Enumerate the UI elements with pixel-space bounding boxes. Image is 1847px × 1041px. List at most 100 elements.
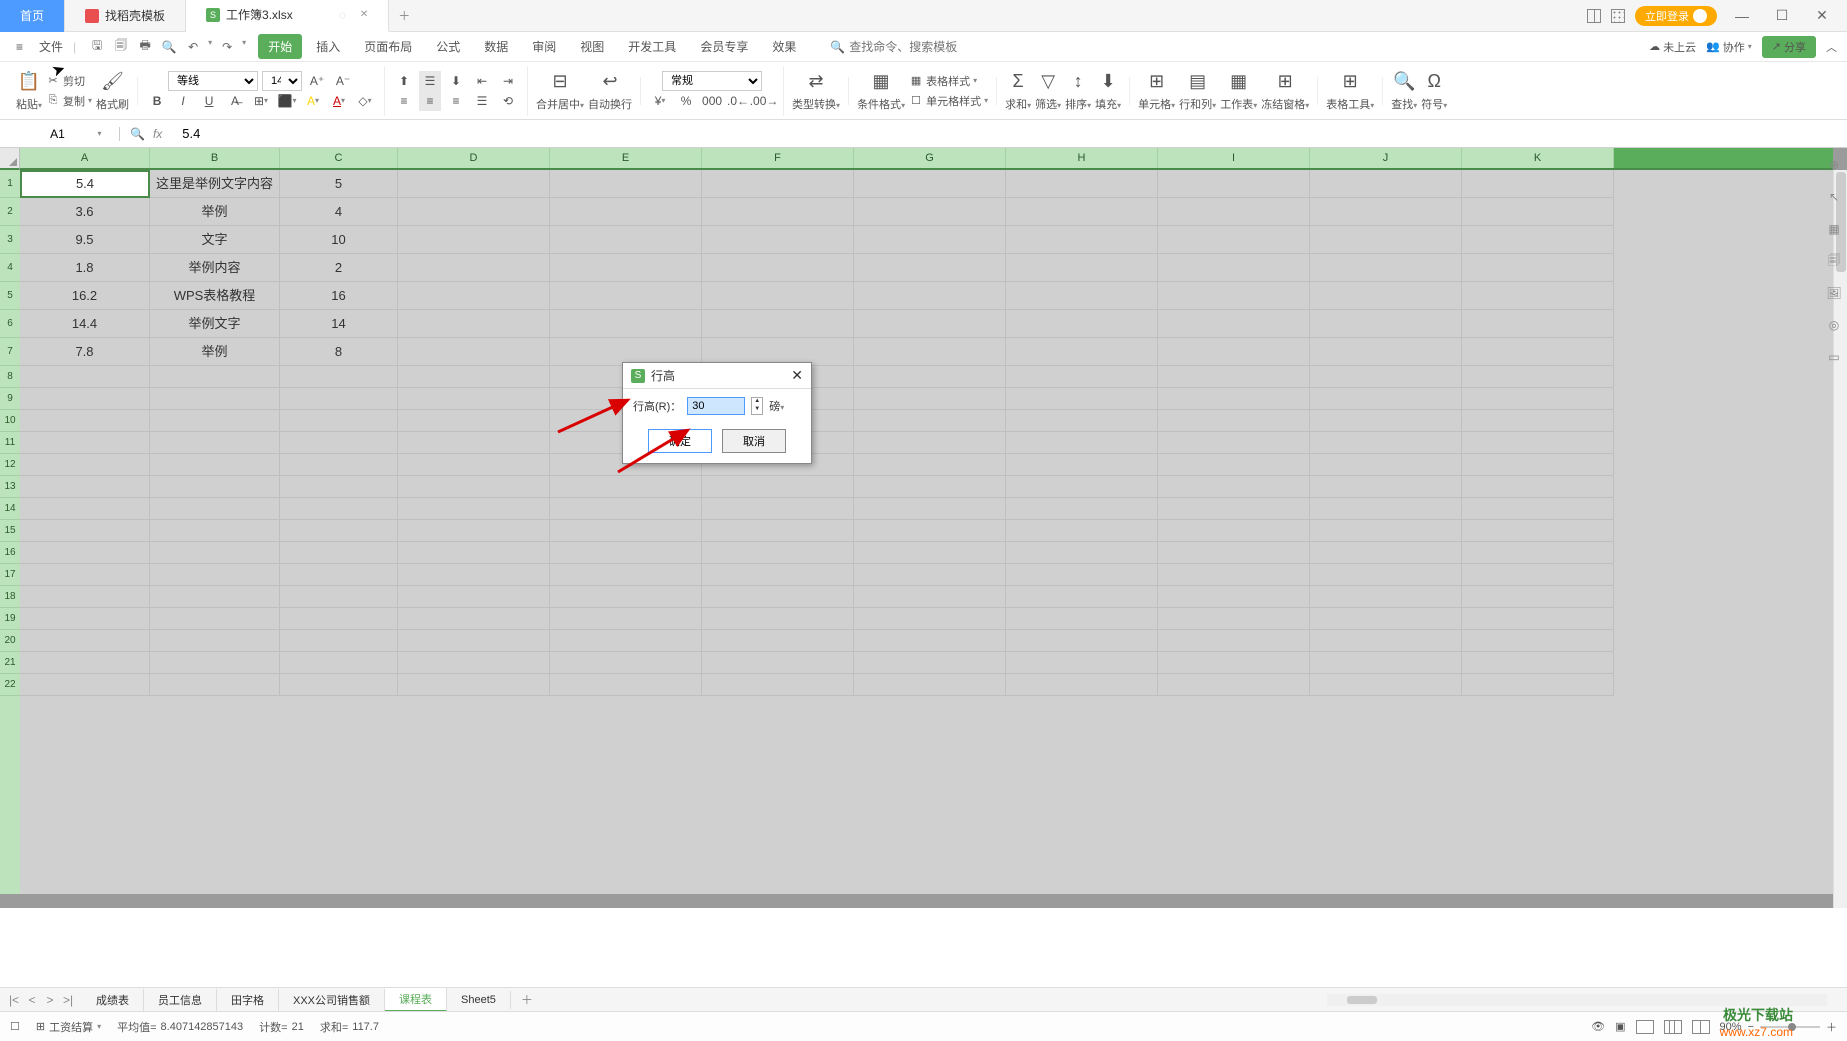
row-header-8[interactable]: 8 (0, 366, 20, 388)
cell[interactable] (1158, 674, 1310, 696)
sheet-nav-first[interactable]: |< (6, 993, 22, 1007)
column-header-H[interactable]: H (1006, 148, 1158, 168)
cell[interactable] (398, 652, 550, 674)
cell[interactable] (1462, 652, 1614, 674)
cell[interactable] (20, 498, 150, 520)
cell[interactable] (1158, 310, 1310, 338)
cell[interactable] (20, 652, 150, 674)
cell[interactable] (550, 254, 702, 282)
panel-location-icon[interactable]: ◎ (1825, 316, 1843, 334)
font-increase-icon[interactable]: A⁺ (306, 71, 328, 91)
filter-button[interactable]: ▽筛选▾ (1035, 70, 1061, 112)
cell[interactable]: 16 (280, 282, 398, 310)
align-top-icon[interactable]: ⬆ (393, 71, 415, 91)
cell[interactable] (1462, 410, 1614, 432)
cell[interactable] (1158, 410, 1310, 432)
cell[interactable] (1006, 476, 1158, 498)
align-middle-icon[interactable]: ☰ (419, 71, 441, 91)
border-button[interactable]: ⊞▾ (250, 91, 272, 111)
align-right-icon[interactable]: ≡ (445, 91, 467, 111)
cell[interactable] (702, 652, 854, 674)
row-header-21[interactable]: 21 (0, 652, 20, 674)
cell[interactable] (854, 542, 1006, 564)
cell[interactable] (1310, 542, 1462, 564)
cell[interactable] (702, 630, 854, 652)
decimal-increase-icon[interactable]: .00→ (753, 91, 775, 111)
cell[interactable] (280, 652, 398, 674)
cell[interactable] (280, 564, 398, 586)
cell[interactable] (20, 432, 150, 454)
type-convert-button[interactable]: ⇄类型转换▾ (792, 70, 840, 112)
cell[interactable] (702, 310, 854, 338)
cell[interactable] (20, 410, 150, 432)
cell[interactable] (1462, 542, 1614, 564)
cell[interactable] (1462, 476, 1614, 498)
fill-color-button[interactable]: ⬛▾ (276, 91, 298, 111)
cell[interactable] (20, 674, 150, 696)
column-header-E[interactable]: E (550, 148, 702, 168)
row-header-4[interactable]: 4 (0, 254, 20, 282)
align-center-icon[interactable]: ≡ (419, 91, 441, 111)
cell[interactable] (280, 366, 398, 388)
align-justify-icon[interactable]: ☰ (471, 91, 493, 111)
cloud-button[interactable]: ☁未上云 (1649, 39, 1696, 55)
row-header-18[interactable]: 18 (0, 586, 20, 608)
cell[interactable] (1462, 454, 1614, 476)
ok-button[interactable]: 确定 (648, 429, 712, 453)
cell[interactable] (1310, 338, 1462, 366)
panel-select-icon[interactable]: ↖ (1825, 188, 1843, 206)
cell[interactable] (20, 366, 150, 388)
cell[interactable] (854, 338, 1006, 366)
cell[interactable] (854, 520, 1006, 542)
ribbon-tab-view[interactable]: 视图 (570, 34, 614, 59)
cell[interactable] (20, 388, 150, 410)
cell[interactable]: 7.8 (20, 338, 150, 366)
cell[interactable] (550, 476, 702, 498)
ribbon-tab-formula[interactable]: 公式 (426, 34, 470, 59)
cell[interactable] (1006, 564, 1158, 586)
cell[interactable] (1158, 338, 1310, 366)
symbol-button[interactable]: Ω符号▾ (1421, 70, 1447, 112)
strike-button[interactable]: A̶ (224, 91, 246, 111)
row-header-1[interactable]: 1 (0, 170, 20, 198)
cell-style-button[interactable]: ☐单元格样式▾ (909, 93, 988, 109)
cell[interactable] (1158, 564, 1310, 586)
cell[interactable] (1462, 282, 1614, 310)
cell[interactable] (398, 476, 550, 498)
login-button[interactable]: 立即登录 (1635, 6, 1717, 26)
cell[interactable] (1310, 282, 1462, 310)
cell[interactable] (20, 608, 150, 630)
cell[interactable] (854, 454, 1006, 476)
search-box[interactable]: 🔍 (830, 40, 969, 54)
name-box-dropdown-icon[interactable]: ▾ (97, 129, 101, 138)
row-header-5[interactable]: 5 (0, 282, 20, 310)
fill-button[interactable]: ⬇填充▾ (1095, 70, 1121, 112)
cell[interactable] (280, 630, 398, 652)
column-header-K[interactable]: K (1462, 148, 1614, 168)
save-as-icon[interactable]: 🗐 (112, 38, 130, 56)
cell[interactable] (1310, 608, 1462, 630)
cell[interactable] (702, 586, 854, 608)
cell[interactable] (1158, 282, 1310, 310)
row-header-19[interactable]: 19 (0, 608, 20, 630)
cell[interactable] (1006, 170, 1158, 198)
column-header-C[interactable]: C (280, 148, 398, 168)
cell[interactable] (1310, 366, 1462, 388)
cell[interactable] (1462, 226, 1614, 254)
cell[interactable] (150, 520, 280, 542)
cell[interactable] (1158, 170, 1310, 198)
cell[interactable] (20, 520, 150, 542)
cell[interactable] (1158, 498, 1310, 520)
cell[interactable] (1310, 432, 1462, 454)
hscroll-thumb[interactable] (1347, 996, 1377, 1004)
decimal-decrease-icon[interactable]: .0← (727, 91, 749, 111)
name-box-input[interactable] (17, 127, 97, 141)
panel-image-icon[interactable]: 🖼 (1825, 284, 1843, 302)
cell[interactable] (550, 542, 702, 564)
cancel-button[interactable]: 取消 (722, 429, 786, 453)
orientation-icon[interactable]: ⟲ (497, 91, 519, 111)
cell[interactable] (1006, 254, 1158, 282)
cell[interactable] (702, 564, 854, 586)
cell[interactable] (398, 366, 550, 388)
cell[interactable] (1006, 630, 1158, 652)
